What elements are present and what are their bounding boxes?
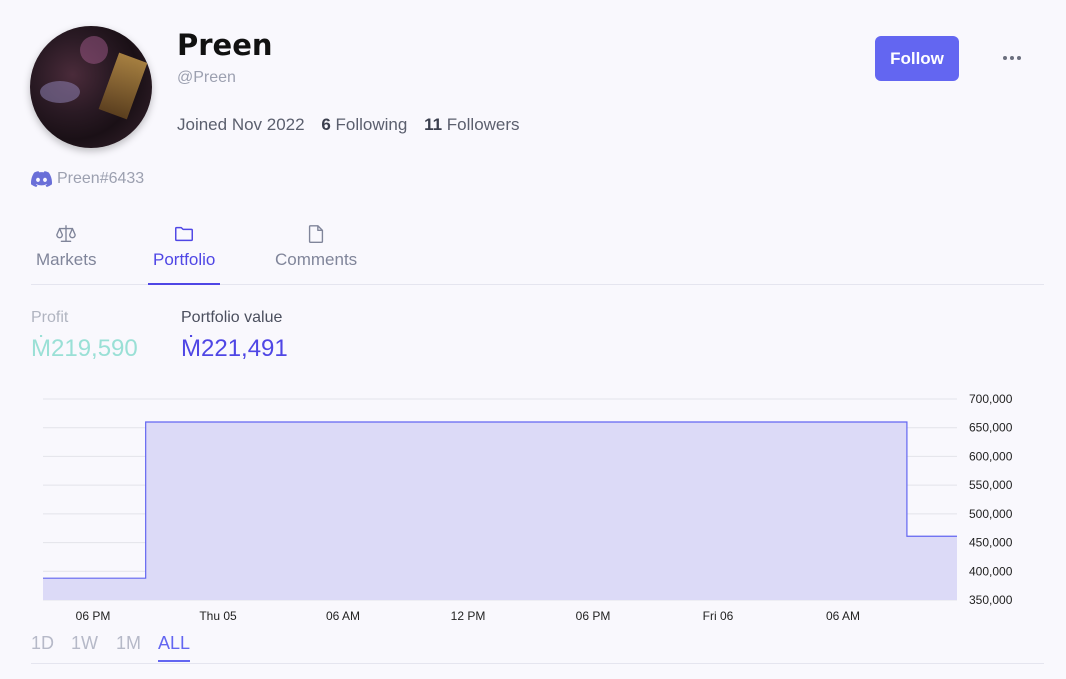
x-tick-label: 06 PM xyxy=(576,609,611,623)
tab-markets[interactable]: Markets xyxy=(36,222,96,284)
following-count: 6 xyxy=(321,115,331,134)
more-options-icon[interactable] xyxy=(996,45,1028,71)
followers-count: 11 xyxy=(424,115,443,134)
y-tick-label: 350,000 xyxy=(969,593,1013,607)
y-tick-label: 600,000 xyxy=(969,449,1013,463)
profit-value: Ṁ219,590 xyxy=(31,335,138,362)
x-tick-label: 06 AM xyxy=(826,609,860,623)
y-tick-label: 400,000 xyxy=(969,564,1013,578)
y-tick-label: 500,000 xyxy=(969,507,1013,521)
document-icon xyxy=(308,225,324,243)
display-name: Preen xyxy=(177,28,273,62)
following-label: Following xyxy=(335,115,408,134)
folder-icon xyxy=(175,226,194,242)
avatar-detail xyxy=(80,36,108,64)
period-1m[interactable]: 1M xyxy=(116,633,141,660)
tab-label: Portfolio xyxy=(153,250,216,269)
x-tick-label: 06 AM xyxy=(326,609,360,623)
x-tick-label: Thu 05 xyxy=(199,609,237,623)
followers-link[interactable]: 11 Followers xyxy=(424,115,519,134)
x-tick-label: 06 PM xyxy=(76,609,111,623)
tab-label: Comments xyxy=(275,250,358,269)
period-1d[interactable]: 1D xyxy=(31,633,54,660)
joined-date: Joined Nov 2022 xyxy=(177,115,305,134)
y-tick-label: 700,000 xyxy=(969,392,1013,406)
portfolio-value-label: Portfolio value xyxy=(181,309,283,326)
discord-handle[interactable]: Preen#6433 xyxy=(31,170,144,188)
avatar-detail xyxy=(40,81,80,103)
followers-label: Followers xyxy=(446,115,520,134)
profile-stats: Joined Nov 2022 6 Following 11 Followers xyxy=(177,115,532,135)
tab-comments[interactable]: Comments xyxy=(275,222,357,284)
discord-icon xyxy=(31,171,52,187)
x-tick-label: 12 PM xyxy=(451,609,486,623)
y-tick-label: 650,000 xyxy=(969,421,1013,435)
avatar-detail xyxy=(98,52,148,120)
discord-username: Preen#6433 xyxy=(57,170,145,187)
portfolio-chart[interactable]: 700,000 650,000 600,000 550,000 500,000 450,0… xyxy=(0,385,1066,625)
period-all[interactable]: ALL xyxy=(158,633,191,662)
y-tick-label: 550,000 xyxy=(969,478,1013,492)
tab-portfolio[interactable]: Portfolio xyxy=(147,222,221,285)
profile-tabs: Markets Portfolio Comments xyxy=(31,222,1044,285)
username: @Preen xyxy=(177,69,236,86)
profit-label: Profit xyxy=(31,309,69,326)
follow-button[interactable]: Follow xyxy=(875,36,959,81)
avatar[interactable] xyxy=(30,26,152,148)
following-link[interactable]: 6 Following xyxy=(321,115,407,134)
x-tick-label: Fri 06 xyxy=(703,609,734,623)
y-tick-label: 450,000 xyxy=(969,536,1013,550)
period-selector: 1D 1W 1M ALL xyxy=(31,633,1044,664)
period-1w[interactable]: 1W xyxy=(71,633,98,660)
portfolio-area xyxy=(43,421,957,600)
scale-icon xyxy=(56,225,77,243)
portfolio-value: Ṁ221,491 xyxy=(181,335,288,362)
tab-label: Markets xyxy=(36,250,97,269)
